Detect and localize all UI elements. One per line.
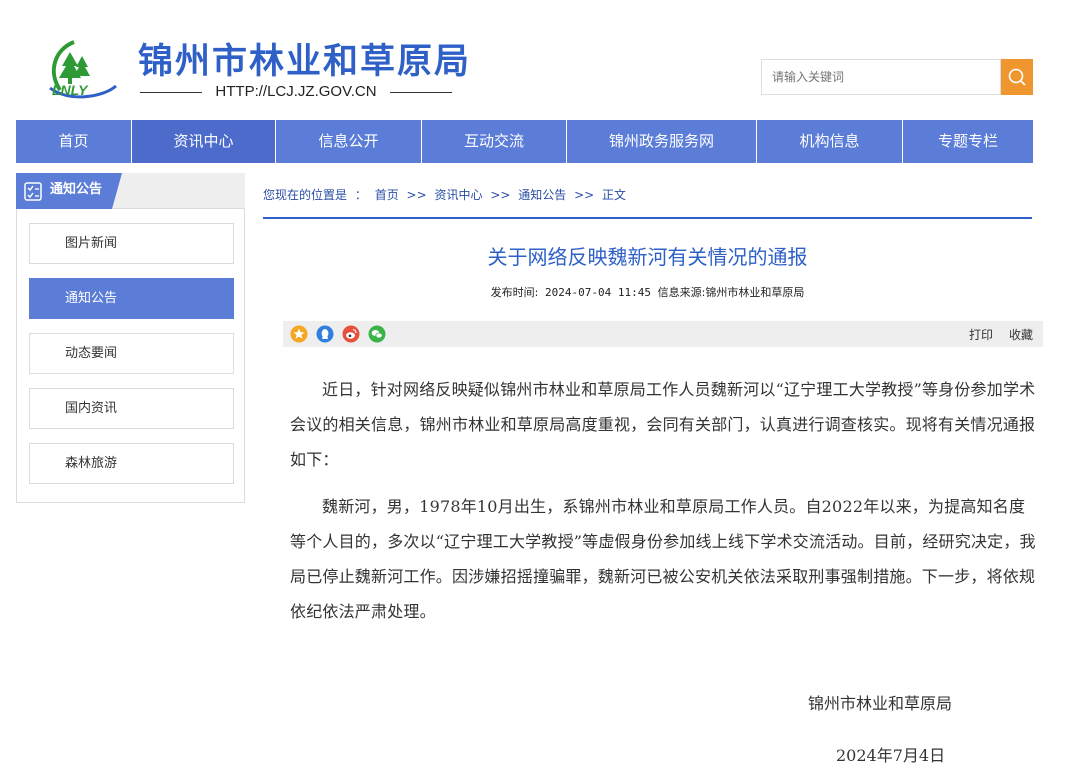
favorite-link[interactable]: 收藏 (1009, 326, 1033, 343)
sidebar-item-domestic-news[interactable]: 国内资讯 (29, 388, 234, 429)
source-label: 信息来源: (657, 286, 706, 299)
nav-gov-service[interactable]: 锦州政务服务网 (567, 120, 757, 163)
sidebar-header: 通知公告 (16, 173, 245, 209)
article-body: 近日，针对网络反映疑似锦州市林业和草原局工作人员魏新河以“辽宁理工大学教授”等身… (290, 372, 1036, 641)
search-button[interactable] (1001, 59, 1033, 95)
site-title: 锦州市林业和草原局 (138, 42, 472, 82)
site-logo[interactable]: LNLY (44, 38, 120, 100)
signature-date: 2024年7月4日 (836, 746, 946, 765)
weibo-icon[interactable] (342, 325, 360, 343)
article-title: 关于网络反映魏新河有关情况的通报 (487, 245, 808, 269)
print-link[interactable]: 打印 (969, 326, 993, 343)
article-paragraph: 近日，针对网络反映疑似锦州市林业和草原局工作人员魏新河以“辽宁理工大学教授”等身… (290, 380, 1036, 469)
sidebar-item-news-updates[interactable]: 动态要闻 (29, 333, 234, 374)
site-url: HTTP://LCJ.JZ.GOV.CN (140, 84, 452, 100)
nav-org-info[interactable]: 机构信息 (757, 120, 903, 163)
breadcrumb-prefix: 您现在的位置是 (263, 188, 348, 202)
article-paragraph: 魏新河，男，1978年10月出生，系锦州市林业和草原局工作人员。自2022年以来… (290, 497, 1036, 621)
breadcrumb: 您现在的位置是 ： 首页 >> 资讯中心 >> 通知公告 >> 正文 (263, 186, 1032, 219)
breadcrumb-current: 正文 (602, 188, 627, 202)
sidebar-title: 通知公告 (50, 182, 103, 197)
nav-home[interactable]: 首页 (16, 120, 132, 163)
qzone-icon[interactable] (290, 325, 308, 343)
signature-org: 锦州市林业和草原局 (808, 694, 953, 713)
sidebar-item-notices[interactable]: 通知公告 (29, 278, 234, 319)
search-icon (1008, 68, 1026, 86)
sidebar-title-tab: 通知公告 (16, 173, 122, 209)
breadcrumb-notices[interactable]: 通知公告 (518, 188, 566, 202)
sidebar: 通知公告 图片新闻 通知公告 动态要闻 国内资讯 森林旅游 (16, 173, 245, 503)
publish-label: 发布时间: (490, 286, 539, 299)
qq-icon[interactable] (316, 325, 334, 343)
nav-interaction[interactable]: 互动交流 (422, 120, 567, 163)
sidebar-item-forest-tourism[interactable]: 森林旅游 (29, 443, 234, 484)
logo-text: LNLY (52, 82, 89, 98)
breadcrumb-arrow: >> (574, 188, 595, 202)
notice-icon (24, 182, 42, 201)
main-nav: 首页 资讯中心 信息公开 互动交流 锦州政务服务网 机构信息 专题专栏 (16, 120, 1033, 163)
breadcrumb-arrow: >> (490, 188, 511, 202)
article-meta: 发布时间: 2024-07-04 11:45 信息来源:锦州市林业和草原局 (263, 284, 1032, 300)
search-input[interactable] (761, 59, 1001, 95)
nav-news-center[interactable]: 资讯中心 (132, 120, 276, 163)
breadcrumb-news-center[interactable]: 资讯中心 (434, 188, 482, 202)
publish-time: 2024-07-04 11:45 (545, 286, 651, 299)
nav-special-topics[interactable]: 专题专栏 (903, 120, 1033, 163)
breadcrumb-home[interactable]: 首页 (375, 188, 399, 202)
source-value: 锦州市林业和草原局 (705, 286, 805, 299)
sidebar-item-photo-news[interactable]: 图片新闻 (29, 223, 234, 264)
article-toolbar: 打印 收藏 (283, 321, 1043, 347)
wechat-icon[interactable] (368, 325, 386, 343)
breadcrumb-separator: ： (354, 188, 367, 202)
breadcrumb-arrow: >> (406, 188, 427, 202)
nav-info-disclosure[interactable]: 信息公开 (276, 120, 422, 163)
